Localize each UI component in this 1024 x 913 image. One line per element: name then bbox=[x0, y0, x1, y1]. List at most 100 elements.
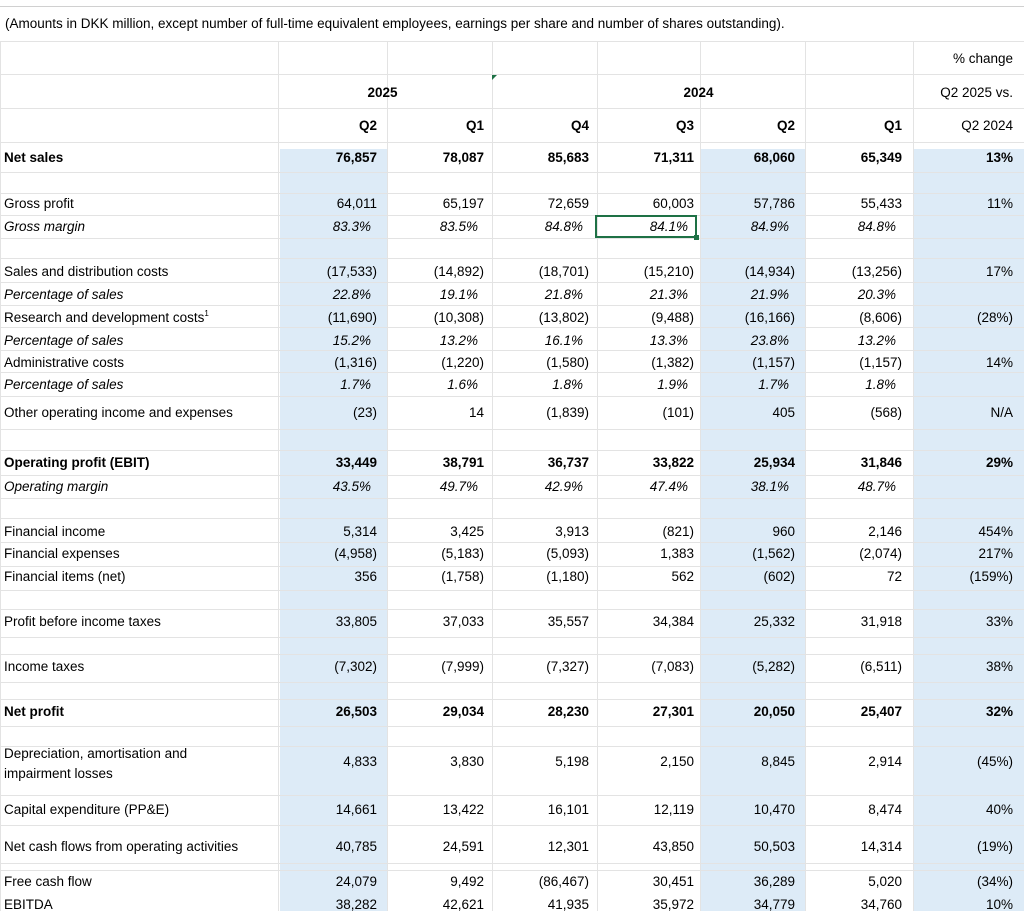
value-cell[interactable]: (4,958) bbox=[280, 546, 377, 562]
value-cell[interactable]: 27,301 bbox=[597, 704, 694, 720]
value-cell[interactable]: 42.9% bbox=[492, 479, 583, 495]
value-cell[interactable]: 13.3% bbox=[597, 333, 688, 349]
pct-change-cell[interactable]: 17% bbox=[913, 264, 1013, 280]
value-cell[interactable]: (15,210) bbox=[597, 264, 694, 280]
value-cell[interactable]: 43,850 bbox=[597, 839, 694, 855]
value-cell[interactable]: 47.4% bbox=[597, 479, 688, 495]
value-cell[interactable]: 84.8% bbox=[492, 219, 583, 235]
value-cell[interactable]: 38.1% bbox=[700, 479, 789, 495]
value-cell[interactable]: (7,302) bbox=[280, 659, 377, 675]
value-cell[interactable]: 25,934 bbox=[700, 455, 795, 471]
value-cell[interactable]: 21.9% bbox=[700, 287, 789, 303]
value-cell[interactable]: 48.7% bbox=[805, 479, 896, 495]
value-cell[interactable]: 55,433 bbox=[805, 196, 902, 212]
value-cell[interactable]: (568) bbox=[805, 405, 902, 421]
value-cell[interactable]: 65,349 bbox=[805, 150, 902, 166]
value-cell[interactable]: 9,492 bbox=[387, 874, 484, 890]
value-cell[interactable]: 84.8% bbox=[805, 219, 896, 235]
value-cell[interactable]: (1,316) bbox=[280, 355, 377, 371]
value-cell[interactable]: (821) bbox=[597, 524, 694, 540]
value-cell[interactable]: 1.8% bbox=[805, 377, 896, 393]
value-cell[interactable]: 12,301 bbox=[492, 839, 589, 855]
value-cell[interactable]: 14,661 bbox=[280, 802, 377, 818]
value-cell[interactable]: 24,079 bbox=[280, 874, 377, 890]
value-cell[interactable]: 36,289 bbox=[700, 874, 795, 890]
value-cell[interactable]: 15.2% bbox=[280, 333, 371, 349]
value-cell[interactable]: 26,503 bbox=[280, 704, 377, 720]
value-cell[interactable]: 1.9% bbox=[597, 377, 688, 393]
active-cell-selection[interactable] bbox=[595, 215, 697, 238]
value-cell[interactable]: 562 bbox=[597, 569, 694, 585]
value-cell[interactable]: (1,580) bbox=[492, 355, 589, 371]
value-cell[interactable]: (5,093) bbox=[492, 546, 589, 562]
value-cell[interactable]: (7,327) bbox=[492, 659, 589, 675]
pct-change-cell[interactable]: N/A bbox=[913, 405, 1013, 421]
value-cell[interactable]: 33,449 bbox=[280, 455, 377, 471]
pct-change-cell[interactable]: 13% bbox=[913, 150, 1013, 166]
value-cell[interactable]: 2,150 bbox=[597, 754, 694, 770]
value-cell[interactable]: (10,308) bbox=[387, 310, 484, 326]
income-statement-table[interactable]: Net sales 76,857 78,087 85,683 71,311 68,060 6… bbox=[0, 0, 1024, 912]
value-cell[interactable]: 36,737 bbox=[492, 455, 589, 471]
pct-change-cell[interactable]: (45%) bbox=[913, 754, 1013, 770]
pct-change-cell[interactable]: 454% bbox=[913, 524, 1013, 540]
value-cell[interactable]: 13.2% bbox=[387, 333, 478, 349]
value-cell[interactable]: 34,384 bbox=[597, 614, 694, 630]
value-cell[interactable]: 38,791 bbox=[387, 455, 484, 471]
value-cell[interactable]: (6,511) bbox=[805, 659, 902, 675]
value-cell[interactable]: 68,060 bbox=[700, 150, 795, 166]
value-cell[interactable]: 40,785 bbox=[280, 839, 377, 855]
value-cell[interactable]: 29,034 bbox=[387, 704, 484, 720]
value-cell[interactable]: (23) bbox=[280, 405, 377, 421]
value-cell[interactable]: (1,157) bbox=[805, 355, 902, 371]
value-cell[interactable]: 28,230 bbox=[492, 704, 589, 720]
pct-change-cell[interactable]: 33% bbox=[913, 614, 1013, 630]
value-cell[interactable]: 5,314 bbox=[280, 524, 377, 540]
value-cell[interactable]: (86,467) bbox=[492, 874, 589, 890]
value-cell[interactable]: 57,786 bbox=[700, 196, 795, 212]
value-cell[interactable]: (2,074) bbox=[805, 546, 902, 562]
value-cell[interactable]: 60,003 bbox=[597, 196, 694, 212]
value-cell[interactable]: 25,407 bbox=[805, 704, 902, 720]
value-cell[interactable]: (602) bbox=[700, 569, 795, 585]
pct-change-cell[interactable]: 38% bbox=[913, 659, 1013, 675]
value-cell[interactable]: 30,451 bbox=[597, 874, 694, 890]
value-cell[interactable]: 20.3% bbox=[805, 287, 896, 303]
value-cell[interactable]: 13.2% bbox=[805, 333, 896, 349]
value-cell[interactable]: 72 bbox=[805, 569, 902, 585]
value-cell[interactable]: 1,383 bbox=[597, 546, 694, 562]
value-cell[interactable]: 16.1% bbox=[492, 333, 583, 349]
value-cell[interactable]: 85,683 bbox=[492, 150, 589, 166]
value-cell[interactable]: (7,083) bbox=[597, 659, 694, 675]
pct-change-cell[interactable]: (19%) bbox=[913, 839, 1013, 855]
value-cell[interactable]: 2,914 bbox=[805, 754, 902, 770]
value-cell[interactable]: 31,846 bbox=[805, 455, 902, 471]
value-cell[interactable]: 71,311 bbox=[597, 150, 694, 166]
value-cell[interactable]: 19.1% bbox=[387, 287, 478, 303]
value-cell[interactable]: 64,011 bbox=[280, 196, 377, 212]
value-cell[interactable]: (16,166) bbox=[700, 310, 795, 326]
value-cell[interactable]: (1,562) bbox=[700, 546, 795, 562]
value-cell[interactable]: 84.9% bbox=[700, 219, 789, 235]
value-cell[interactable]: (1,180) bbox=[492, 569, 589, 585]
pct-change-cell[interactable]: 29% bbox=[913, 455, 1013, 471]
value-cell[interactable]: 4,833 bbox=[280, 754, 377, 770]
value-cell[interactable]: 76,857 bbox=[280, 150, 377, 166]
value-cell[interactable]: 16,101 bbox=[492, 802, 589, 818]
value-cell[interactable]: 31,918 bbox=[805, 614, 902, 630]
value-cell[interactable]: (8,606) bbox=[805, 310, 902, 326]
value-cell[interactable]: (1,382) bbox=[597, 355, 694, 371]
value-cell[interactable]: (14,934) bbox=[700, 264, 795, 280]
value-cell[interactable]: 8,845 bbox=[700, 754, 795, 770]
value-cell[interactable]: 21.3% bbox=[597, 287, 688, 303]
value-cell[interactable]: 24,591 bbox=[387, 839, 484, 855]
value-cell[interactable]: 5,198 bbox=[492, 754, 589, 770]
value-cell[interactable]: 5,020 bbox=[805, 874, 902, 890]
value-cell[interactable]: 83.3% bbox=[280, 219, 371, 235]
value-cell[interactable]: 22.8% bbox=[280, 287, 371, 303]
value-cell[interactable]: 960 bbox=[700, 524, 795, 540]
value-cell[interactable]: 33,805 bbox=[280, 614, 377, 630]
pct-change-cell[interactable]: (159%) bbox=[913, 569, 1013, 585]
value-cell[interactable]: (101) bbox=[597, 405, 694, 421]
pct-change-cell[interactable]: 11% bbox=[913, 196, 1013, 212]
